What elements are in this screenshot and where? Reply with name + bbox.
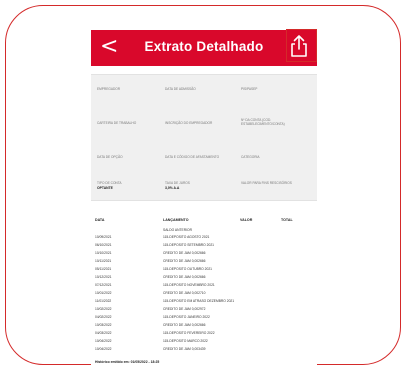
row-description: 115-DEPOSITO MARCO 2022	[163, 339, 208, 343]
table-row: 04/02/2022 115-DEPOSITO JANEIRO 2022	[91, 315, 317, 323]
row-description: 115-DEPOSITO AGOSTO 2021	[163, 235, 210, 239]
row-description: CREDITO DE JAM 0,002666	[163, 275, 206, 279]
info-label: DATA DE OPÇÃO	[97, 155, 123, 159]
page-title: Extrato Detalhado	[144, 39, 264, 54]
row-description: CREDITO DE JAM 0,003439	[163, 347, 206, 351]
row-description: 115-DEPOSITO SETEMBRO 2021	[163, 243, 214, 247]
column-header-date: DATA	[95, 218, 105, 222]
row-date: 06/10/2021	[95, 243, 112, 247]
column-header-valor: VALOR	[240, 218, 253, 222]
info-label: EMPREGADOR	[97, 87, 121, 91]
issued-timestamp: Histórico emitido em: 01/05/2022 - 18:25	[95, 360, 160, 364]
table-row: 10/03/2022 CREDITO DE JAM 0,002666	[91, 323, 317, 331]
row-description: CREDITO DE JAM 0,002666	[163, 323, 206, 327]
row-date: 10/04/2022	[95, 347, 112, 351]
row-description: CREDITO DE JAM 0,002666	[163, 251, 206, 255]
column-header-total: TOTAL	[281, 218, 293, 222]
row-description: 115-DEPOSITO NOVEMBRO 2021	[163, 283, 215, 287]
info-label: CARTEIRA DE TRABALHO	[97, 121, 137, 125]
row-date: 10/09/2021	[95, 235, 112, 239]
row-date: 10/10/2021	[95, 251, 112, 255]
column-header-lancamento: LANÇAMENTO	[163, 218, 189, 222]
row-date: 05/11/2021	[95, 267, 112, 271]
table-row: 07/12/2021 115-DEPOSITO NOVEMBRO 2021	[91, 283, 317, 291]
info-label: VALOR PARA FINS RESCISÓRIOS	[241, 181, 292, 185]
info-label: DATA DE ADMISSÃO	[165, 87, 196, 91]
row-description: 115-DEPOSITO FEVEREIRO 2022	[163, 331, 215, 335]
table-row: 04/03/2022 115-DEPOSITO FEVEREIRO 2022	[91, 331, 317, 339]
row-date: 04/03/2022	[95, 331, 112, 335]
share-highlight-box	[286, 29, 317, 62]
row-description: CREDITO DE JAM 0,002710	[163, 291, 206, 295]
account-type-value: OPTANTE	[97, 186, 113, 190]
row-description: 115-DEPOSITO EM ATRASO DEZEMBRO 2021	[163, 299, 235, 303]
row-description: 115-DEPOSITO JANEIRO 2022	[163, 315, 210, 319]
table-row: 10/04/2022 CREDITO DE JAM 0,003439	[91, 347, 317, 355]
row-description: 115-DEPOSITO OUTUBRO 2021	[163, 267, 212, 271]
table-row: 10/01/2022 CREDITO DE JAM 0,002710	[91, 291, 317, 299]
table-row: 10/04/2022 115-DEPOSITO MARCO 2022	[91, 339, 317, 347]
info-label: TIPO DE CONTA	[97, 181, 122, 185]
table-row: 10/02/2022 CREDITO DE JAM 0,002972	[91, 307, 317, 315]
account-info-panel: EMPREGADOR DATA DE ADMISSÃO PIS/PASEP CA…	[91, 74, 317, 201]
app-header: < Extrato Detalhado	[91, 30, 317, 66]
phone-screen: < Extrato Detalhado EMPREGADOR DATA DE A…	[91, 30, 317, 368]
row-date: 04/02/2022	[95, 315, 112, 319]
info-label: TAXA DE JUROS	[165, 181, 190, 185]
row-date: 10/12/2021	[95, 275, 112, 279]
info-label: DATA E CÓDIGO DE AFASTAMENTO	[165, 155, 220, 159]
row-date: 11/01/2022	[95, 299, 112, 303]
info-value: 3,0% a.a	[165, 186, 179, 190]
row-date: 10/03/2022	[95, 323, 112, 327]
info-label: Nº DA CONTA (COD. ESTABELECIMENTO/CONTA)	[241, 118, 285, 126]
interest-rate-value: 3,0% a.a	[165, 186, 180, 190]
table-row: 06/10/2021 115-DEPOSITO SETEMBRO 2021	[91, 243, 317, 251]
saldo-anterior: SALDO ANTERIOR	[163, 228, 192, 232]
table-row: 10/10/2021 CREDITO DE JAM 0,002666	[91, 251, 317, 259]
row-date: 07/12/2021	[95, 283, 112, 287]
table-row: 10/09/2021 115-DEPOSITO AGOSTO 2021	[91, 235, 317, 243]
row-description: CREDITO DE JAM 0,002666	[163, 259, 206, 263]
table-row: 05/11/2021 115-DEPOSITO OUTUBRO 2021	[91, 267, 317, 275]
row-date: 10/02/2022	[95, 307, 112, 311]
row-date: 10/11/2021	[95, 259, 112, 263]
info-label: CATEGORIA	[241, 155, 260, 159]
table-row: 11/01/2022 115-DEPOSITO EM ATRASO DEZEMBR…	[91, 299, 317, 307]
info-label: PIS/PASEP	[241, 87, 258, 91]
table-row: 10/11/2021 CREDITO DE JAM 0,002666	[91, 259, 317, 267]
row-date: 10/01/2022	[95, 291, 112, 295]
table-row: 10/12/2021 CREDITO DE JAM 0,002666	[91, 275, 317, 283]
row-description: CREDITO DE JAM 0,002972	[163, 307, 206, 311]
row-date: 10/04/2022	[95, 339, 112, 343]
info-value: OPTANTE	[97, 186, 113, 190]
info-label: INSCRIÇÃO DO EMPREGADOR	[165, 121, 213, 125]
